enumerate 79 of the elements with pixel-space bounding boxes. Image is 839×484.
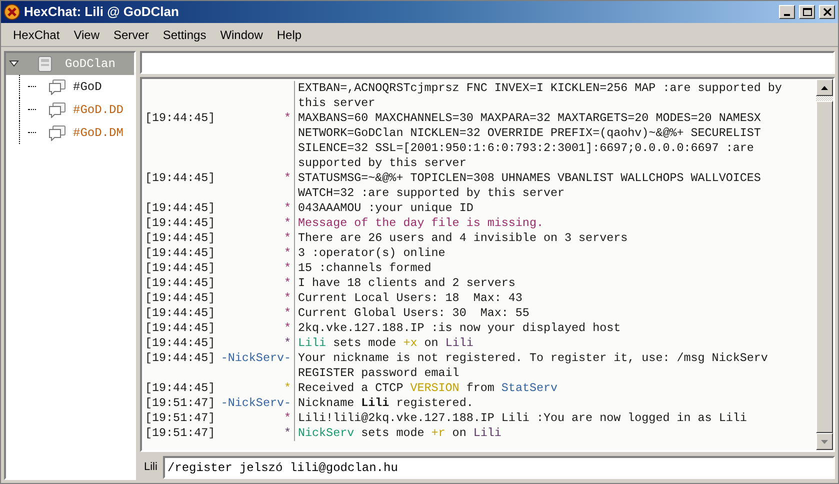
message-text: Current Local Users: 18 Max: 43 [297,291,524,306]
channel-item[interactable]: #GoD.DD [48,100,124,118]
up-arrow-icon [821,86,828,90]
timestamp: [19:44:45] [145,246,216,261]
channel-item[interactable]: #GoD.DM [48,124,124,142]
nick-label: * [284,171,291,187]
menu-item[interactable]: View [66,24,106,46]
nick-label: * [284,246,291,261]
timestamp: [19:44:45] [145,261,216,276]
nick-label: * [284,306,291,321]
nick-label: * [284,276,291,291]
message-text: 3 :operator(s) online [297,246,446,261]
message-text: 043AAAMOU :your unique ID [297,201,474,216]
timestamp: [19:44:45] [145,111,216,127]
scroll-up-button[interactable] [816,79,833,96]
chat-bubbles-icon [48,78,66,94]
timestamp: [19:44:45] [145,351,216,367]
message-text: I have 18 clients and 2 servers [297,276,516,291]
chat-bubbles-icon [48,102,66,118]
chat-bubbles-icon [48,124,66,140]
timestamp: [19:44:45] [145,276,216,291]
message-text: Message of the day file is missing. [297,216,544,231]
timestamp: [19:51:47] [145,411,216,426]
nick-label: * [284,426,291,441]
nick-button[interactable]: Lili [144,459,158,476]
nick-label: * [284,216,291,231]
nick-label: * [284,381,291,396]
nick-label: -NickServ- [220,351,291,367]
timestamp: [19:44:45] [145,321,216,336]
menu-item[interactable]: Help [270,24,309,46]
maximize-button[interactable] [799,5,815,19]
menu-item[interactable]: Settings [156,24,214,46]
maximize-icon [802,8,812,16]
menu-item[interactable]: Server [106,24,156,46]
menu-item[interactable]: HexChat [6,24,67,46]
close-button[interactable] [819,5,835,19]
minimize-button[interactable] [779,5,795,19]
timestamp: [19:44:45] [145,231,216,246]
timestamp: [19:51:47] [145,426,216,441]
message-text: Lili sets mode +x on Lili [297,336,474,351]
timestamp: [19:44:45] [145,201,216,216]
timestamp: [19:51:47] [145,396,216,411]
nick-label: * [284,291,291,306]
nick-label: * [284,321,291,336]
nick-label: * [284,231,291,246]
message-text: EXTBAN=,ACNOQRSTcjmprsz FNC INVEX=I KICKLEN=256 MAP :are supported by this server [297,81,783,111]
message-text: Received a CTCP VERSION from StatServ [297,381,559,396]
scroll-down-button[interactable] [816,433,833,450]
message-text: Current Global Users: 30 Max: 55 [297,306,530,321]
app-logo-icon [4,4,20,20]
nick-label: * [284,336,291,351]
nick-label: -NickServ- [220,396,291,411]
message-text: STATUSMSG=~&@%+ TOPICLEN=308 UHNAMES VBANLIST WALLCHOPS WALLVOICES WATCH=32 :are supported by this server [297,171,762,201]
timestamp: [19:44:45] [145,381,216,396]
timestamp: [19:44:45] [145,306,216,321]
close-icon [822,8,832,16]
message-text: 2kq.vke.127.188.IP :is now your displayed host [297,321,622,336]
nick-label: * [284,261,291,276]
message-text: There are 26 users and 4 invisible on 3 servers [297,231,629,246]
message-text: Lili!lili@2kq.vke.127.188.IP Lili :You are now logged in as Lili [297,411,748,426]
server-icon [37,55,53,73]
window-title: HexChat: Lili @ GoDClan [24,3,180,22]
message-text: 15 :channels formed [297,261,432,276]
timestamp: [19:44:45] [145,336,216,351]
topic-field[interactable] [140,51,835,74]
timestamp: [19:44:45] [145,171,216,187]
message-text: MAXBANS=60 MAXCHANNELS=30 MAXPARA=32 MAXTARGETS=20 MODES=20 NAMESX NETWORK=GoDClan NICKLEN=32 OVERRIDE PREFIX=(qaohv)~&@%+ SECURELIST SILENCE=32 SSL=[2001:950:1:6:0:793:2:3001]:6697;0.0.0.0:6697 :are supported by this server [297,111,762,171]
message-text: NickServ sets mode +r on Lili [297,426,502,441]
timestamp: [19:44:45] [145,291,216,306]
timestamp: [19:44:45] [145,216,216,231]
channel-item[interactable]: #GoD [48,78,102,96]
nick-label: * [284,111,291,127]
nick-label: * [284,411,291,426]
expander-icon [9,60,19,68]
down-arrow-icon [821,440,828,444]
input-field[interactable]: /register jelszó lili@godclan.hu [163,456,835,479]
menu-item[interactable]: Window [213,24,270,46]
nick-label: * [284,201,291,216]
message-text: Nickname Lili registered. [297,396,474,411]
